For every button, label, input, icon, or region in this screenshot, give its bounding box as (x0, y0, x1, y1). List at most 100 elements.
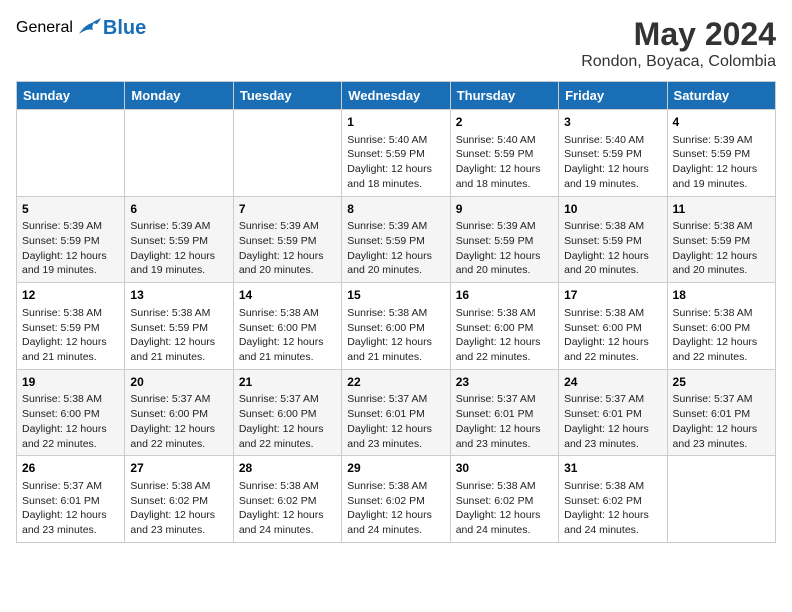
header-monday: Monday (125, 82, 233, 110)
calendar-cell: 31 Sunrise: 5:38 AMSunset: 6:02 PMDayligh… (559, 456, 667, 543)
cell-info: Sunrise: 5:39 AMSunset: 5:59 PMDaylight:… (130, 219, 227, 278)
cell-info: Sunrise: 5:39 AMSunset: 5:59 PMDaylight:… (22, 219, 119, 278)
cell-info: Sunrise: 5:38 AMSunset: 6:00 PMDaylight:… (564, 306, 661, 365)
calendar-week-row: 5Sunrise: 5:39 AMSunset: 5:59 PMDaylight… (17, 196, 776, 283)
calendar-cell: 14 Sunrise: 5:38 AMSunset: 6:00 PMDayligh… (233, 283, 341, 370)
calendar-cell: 4 Sunrise: 5:39 AMSunset: 5:59 PMDaylight… (667, 110, 775, 197)
cell-info: Sunrise: 5:37 AMSunset: 6:01 PMDaylight:… (456, 392, 553, 451)
page-header: General Blue May 2024 Rondon, Boyaca, Co… (16, 16, 776, 71)
day-number: 6 (130, 201, 227, 218)
calendar-cell: 25Sunrise: 5:37 AMSunset: 6:01 PMDayligh… (667, 369, 775, 456)
header-sunday: Sunday (17, 82, 125, 110)
day-number: 28 (239, 460, 336, 477)
day-number: 25 (673, 374, 770, 391)
header-saturday: Saturday (667, 82, 775, 110)
cell-info: Sunrise: 5:37 AMSunset: 6:00 PMDaylight:… (239, 392, 336, 451)
calendar-cell: 15 Sunrise: 5:38 AMSunset: 6:00 PMDayligh… (342, 283, 450, 370)
calendar-cell: 27Sunrise: 5:38 AMSunset: 6:02 PMDayligh… (125, 456, 233, 543)
day-number: 10 (564, 201, 661, 218)
calendar-cell: 24Sunrise: 5:37 AMSunset: 6:01 PMDayligh… (559, 369, 667, 456)
cell-info: Sunrise: 5:39 AMSunset: 5:59 PMDaylight:… (456, 219, 553, 278)
cell-info: Sunrise: 5:38 AMSunset: 5:59 PMDaylight:… (564, 219, 661, 278)
header-friday: Friday (559, 82, 667, 110)
cell-info: Sunrise: 5:38 AMSunset: 6:02 PMDaylight:… (239, 479, 336, 538)
day-number: 20 (130, 374, 227, 391)
calendar-week-row: 26Sunrise: 5:37 AMSunset: 6:01 PMDayligh… (17, 456, 776, 543)
day-number: 17 (564, 287, 661, 304)
cell-info: Sunrise: 5:38 AMSunset: 5:59 PMDaylight:… (22, 306, 119, 365)
calendar-cell (233, 110, 341, 197)
day-number: 29 (347, 460, 444, 477)
day-number: 16 (456, 287, 553, 304)
calendar-cell: 28 Sunrise: 5:38 AMSunset: 6:02 PMDayligh… (233, 456, 341, 543)
header-thursday: Thursday (450, 82, 558, 110)
cell-info: Sunrise: 5:38 AMSunset: 5:59 PMDaylight:… (673, 219, 770, 278)
calendar-cell: 19Sunrise: 5:38 AMSunset: 6:00 PMDayligh… (17, 369, 125, 456)
day-number: 15 (347, 287, 444, 304)
cell-info: Sunrise: 5:39 AMSunset: 5:59 PMDaylight:… (673, 133, 770, 192)
cell-info: Sunrise: 5:38 AMSunset: 6:02 PMDaylight:… (130, 479, 227, 538)
logo-bird-icon (75, 16, 103, 40)
day-number: 7 (239, 201, 336, 218)
cell-info: Sunrise: 5:38 AMSunset: 6:02 PMDaylight:… (347, 479, 444, 538)
calendar-cell: 21Sunrise: 5:37 AMSunset: 6:00 PMDayligh… (233, 369, 341, 456)
cell-info: Sunrise: 5:38 AMSunset: 6:02 PMDaylight:… (564, 479, 661, 538)
calendar-cell (667, 456, 775, 543)
day-number: 14 (239, 287, 336, 304)
calendar-cell: 2 Sunrise: 5:40 AMSunset: 5:59 PMDaylight… (450, 110, 558, 197)
calendar-table: SundayMondayTuesdayWednesdayThursdayFrid… (16, 81, 776, 543)
cell-info: Sunrise: 5:37 AMSunset: 6:00 PMDaylight:… (130, 392, 227, 451)
day-number: 5 (22, 201, 119, 218)
day-number: 8 (347, 201, 444, 218)
logo-blue: Blue (103, 17, 146, 40)
calendar-cell: 26Sunrise: 5:37 AMSunset: 6:01 PMDayligh… (17, 456, 125, 543)
cell-info: Sunrise: 5:38 AMSunset: 6:00 PMDaylight:… (22, 392, 119, 451)
calendar-cell: 3 Sunrise: 5:40 AMSunset: 5:59 PMDaylight… (559, 110, 667, 197)
calendar-cell (17, 110, 125, 197)
month-year-title: May 2024 (581, 16, 776, 53)
calendar-week-row: 19Sunrise: 5:38 AMSunset: 6:00 PMDayligh… (17, 369, 776, 456)
calendar-cell (125, 110, 233, 197)
cell-info: Sunrise: 5:38 AMSunset: 6:02 PMDaylight:… (456, 479, 553, 538)
day-number: 12 (22, 287, 119, 304)
day-number: 23 (456, 374, 553, 391)
calendar-cell: 1 Sunrise: 5:40 AMSunset: 5:59 PMDaylight… (342, 110, 450, 197)
cell-info: Sunrise: 5:38 AMSunset: 6:00 PMDaylight:… (239, 306, 336, 365)
calendar-cell: 6Sunrise: 5:39 AMSunset: 5:59 PMDaylight… (125, 196, 233, 283)
calendar-cell: 16Sunrise: 5:38 AMSunset: 6:00 PMDayligh… (450, 283, 558, 370)
calendar-header-row: SundayMondayTuesdayWednesdayThursdayFrid… (17, 82, 776, 110)
header-wednesday: Wednesday (342, 82, 450, 110)
day-number: 30 (456, 460, 553, 477)
title-area: May 2024 Rondon, Boyaca, Colombia (581, 16, 776, 71)
cell-info: Sunrise: 5:39 AMSunset: 5:59 PMDaylight:… (347, 219, 444, 278)
calendar-cell: 11Sunrise: 5:38 AMSunset: 5:59 PMDayligh… (667, 196, 775, 283)
day-number: 11 (673, 201, 770, 218)
day-number: 2 (456, 114, 553, 131)
day-number: 3 (564, 114, 661, 131)
day-number: 13 (130, 287, 227, 304)
cell-info: Sunrise: 5:38 AMSunset: 6:00 PMDaylight:… (347, 306, 444, 365)
calendar-cell: 13Sunrise: 5:38 AMSunset: 5:59 PMDayligh… (125, 283, 233, 370)
cell-info: Sunrise: 5:37 AMSunset: 6:01 PMDaylight:… (22, 479, 119, 538)
cell-info: Sunrise: 5:40 AMSunset: 5:59 PMDaylight:… (564, 133, 661, 192)
cell-info: Sunrise: 5:38 AMSunset: 6:00 PMDaylight:… (673, 306, 770, 365)
day-number: 22 (347, 374, 444, 391)
calendar-cell: 20Sunrise: 5:37 AMSunset: 6:00 PMDayligh… (125, 369, 233, 456)
day-number: 9 (456, 201, 553, 218)
calendar-cell: 22Sunrise: 5:37 AMSunset: 6:01 PMDayligh… (342, 369, 450, 456)
calendar-cell: 18Sunrise: 5:38 AMSunset: 6:00 PMDayligh… (667, 283, 775, 370)
logo: General Blue (16, 16, 146, 40)
cell-info: Sunrise: 5:40 AMSunset: 5:59 PMDaylight:… (347, 133, 444, 192)
calendar-cell: 23Sunrise: 5:37 AMSunset: 6:01 PMDayligh… (450, 369, 558, 456)
cell-info: Sunrise: 5:37 AMSunset: 6:01 PMDaylight:… (564, 392, 661, 451)
day-number: 1 (347, 114, 444, 131)
calendar-cell: 29 Sunrise: 5:38 AMSunset: 6:02 PMDayligh… (342, 456, 450, 543)
cell-info: Sunrise: 5:39 AMSunset: 5:59 PMDaylight:… (239, 219, 336, 278)
day-number: 31 (564, 460, 661, 477)
cell-info: Sunrise: 5:40 AMSunset: 5:59 PMDaylight:… (456, 133, 553, 192)
calendar-cell: 9Sunrise: 5:39 AMSunset: 5:59 PMDaylight… (450, 196, 558, 283)
day-number: 4 (673, 114, 770, 131)
calendar-cell: 10Sunrise: 5:38 AMSunset: 5:59 PMDayligh… (559, 196, 667, 283)
cell-info: Sunrise: 5:37 AMSunset: 6:01 PMDaylight:… (347, 392, 444, 451)
location-subtitle: Rondon, Boyaca, Colombia (581, 53, 776, 71)
